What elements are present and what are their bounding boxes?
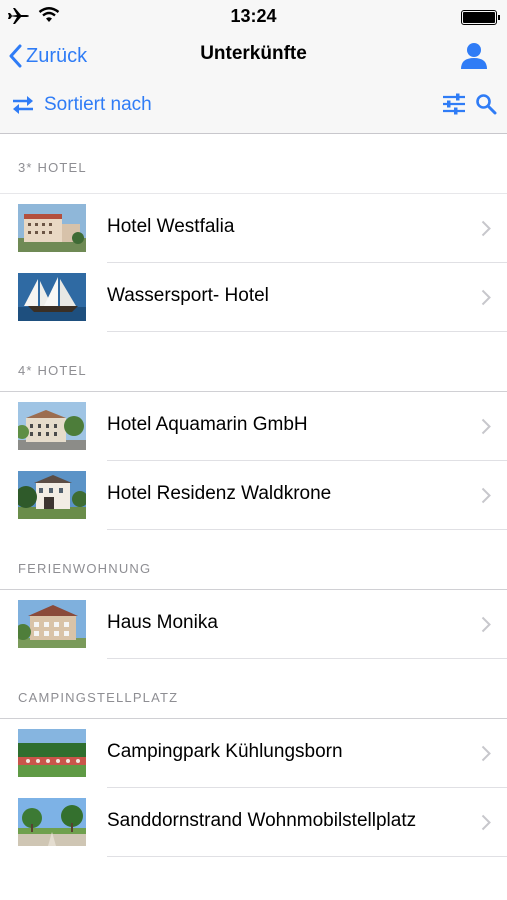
back-button[interactable]: Zurück bbox=[8, 41, 87, 71]
list-item[interactable]: Campingpark Kühlungsborn bbox=[0, 719, 507, 788]
user-icon[interactable] bbox=[459, 40, 489, 75]
accommodation-name: Sanddornstrand Wohnmobilstellplatz bbox=[107, 810, 417, 831]
accommodation-name: Hotel Westfalia bbox=[107, 216, 235, 237]
campsite-thumbnail bbox=[18, 798, 86, 846]
campsite-thumbnail bbox=[18, 729, 86, 777]
navigation-bar: Zurück Unterkünfte bbox=[0, 34, 507, 78]
accommodation-name: Hotel Aquamarin GmbH bbox=[107, 414, 308, 435]
sort-toolbar: Sortiert nach bbox=[0, 78, 507, 134]
filter-sliders-icon[interactable] bbox=[442, 93, 466, 120]
hotel-thumbnail bbox=[18, 471, 86, 519]
accommodation-name: Wassersport- Hotel bbox=[107, 285, 269, 306]
battery-icon bbox=[461, 10, 500, 25]
chevron-right-icon bbox=[481, 220, 491, 237]
chevron-right-icon bbox=[481, 289, 491, 306]
sort-button[interactable]: Sortiert nach bbox=[10, 90, 152, 120]
chevron-right-icon bbox=[481, 814, 491, 831]
chevron-right-icon bbox=[481, 745, 491, 762]
list-item[interactable]: Haus Monika bbox=[0, 590, 507, 659]
list-item[interactable]: Hotel Aquamarin GmbH bbox=[0, 392, 507, 461]
status-time: 13:24 bbox=[230, 6, 277, 26]
section-header: FERIENWOHNUNG bbox=[0, 530, 507, 590]
list-item[interactable]: Sanddornstrand Wohnmobilstellplatz bbox=[0, 788, 507, 857]
back-chevron-icon bbox=[9, 44, 22, 68]
page-title: Unterkünfte bbox=[200, 43, 307, 64]
hotel-thumbnail bbox=[18, 273, 86, 321]
hotel-thumbnail bbox=[18, 600, 86, 648]
chevron-right-icon bbox=[481, 616, 491, 633]
accommodation-name: Haus Monika bbox=[107, 612, 218, 633]
sort-label: Sortiert nach bbox=[44, 94, 152, 115]
chevron-right-icon bbox=[481, 487, 491, 504]
status-bar: 13:24 bbox=[0, 0, 507, 34]
chevron-right-icon bbox=[481, 418, 491, 435]
accommodation-name: Campingpark Kühlungsborn bbox=[107, 741, 343, 762]
back-label: Zurück bbox=[26, 44, 88, 67]
section-header: 4* HOTEL bbox=[0, 332, 507, 392]
section-header: 3* HOTEL bbox=[0, 134, 507, 194]
search-icon[interactable] bbox=[475, 93, 497, 120]
accommodation-name: Hotel Residenz Waldkrone bbox=[107, 483, 332, 504]
hotel-thumbnail bbox=[18, 402, 86, 450]
hotel-thumbnail bbox=[18, 204, 86, 252]
list-item[interactable]: Hotel Residenz Waldkrone bbox=[0, 461, 507, 530]
list-item[interactable]: Hotel Westfalia bbox=[0, 194, 507, 263]
section-header: CAMPINGSTELLPLATZ bbox=[0, 659, 507, 719]
list-item[interactable]: Wassersport- Hotel bbox=[0, 263, 507, 332]
sort-arrows-icon bbox=[13, 96, 33, 114]
accommodation-list: 3* HOTEL Hotel Westfalia Wassersport- Ho… bbox=[0, 134, 507, 900]
